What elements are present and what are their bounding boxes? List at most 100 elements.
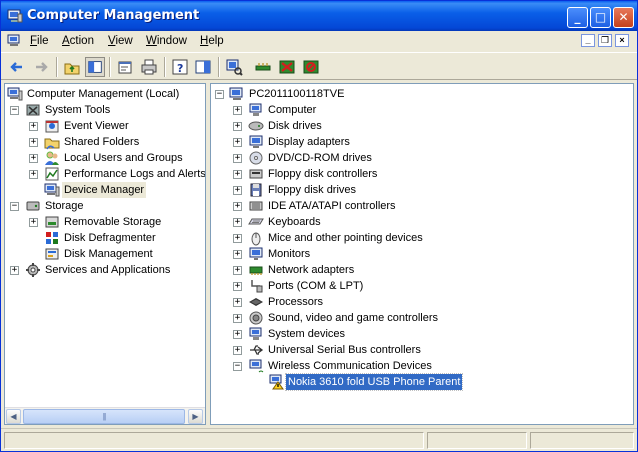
expand-toggle[interactable]: + xyxy=(233,138,242,147)
device-category-processors[interactable]: + Processors xyxy=(211,294,631,310)
tree-root-label: Computer Management (Local) xyxy=(27,88,180,100)
menu-window[interactable]: Window xyxy=(146,35,187,47)
device-nokia-3610-fold-usb-phone-parent[interactable]: Nokia 3610 fold USB Phone Parent xyxy=(211,373,631,391)
forward-arrow-icon[interactable] xyxy=(31,57,51,77)
disk-drive-icon xyxy=(248,121,264,131)
tree-item-disk-management[interactable]: Disk Management xyxy=(5,246,205,262)
tree-item-device-manager[interactable]: Device Manager xyxy=(5,182,205,198)
shared-folder-icon xyxy=(44,138,60,150)
up-folder-icon[interactable] xyxy=(62,57,82,77)
device-category-keyboards[interactable]: + Keyboards xyxy=(211,214,631,230)
device-category-universal-serial-bus-controllers[interactable]: + Universal Serial Bus controllers xyxy=(211,342,631,358)
mdi-close-button[interactable]: × xyxy=(615,34,629,47)
back-arrow-icon[interactable] xyxy=(7,57,27,77)
device-category-floppy-disk-controllers[interactable]: + Floppy disk controllers xyxy=(211,166,631,182)
show-hide-tree-icon[interactable] xyxy=(85,57,105,77)
mdi-minimize-button[interactable]: _ xyxy=(581,34,595,47)
scan-hardware-icon[interactable] xyxy=(224,57,244,77)
expand-toggle[interactable]: + xyxy=(233,106,242,115)
expand-toggle[interactable]: + xyxy=(233,122,242,131)
tree-root[interactable]: Computer Management (Local) xyxy=(5,86,205,102)
expand-toggle[interactable]: + xyxy=(233,298,242,307)
expand-toggle[interactable]: + xyxy=(233,170,242,179)
expand-toggle[interactable]: + xyxy=(29,154,38,163)
menu-view[interactable]: View xyxy=(108,35,133,47)
device-category-ide-ata-atapi-controllers[interactable]: + IDE ATA/ATAPI controllers xyxy=(211,198,631,214)
device-manager-icon xyxy=(44,183,60,197)
collapse-toggle[interactable]: − xyxy=(10,202,19,211)
device-category-mice-and-other-pointing-devices[interactable]: + Mice and other pointing devices xyxy=(211,230,631,246)
console-tree-pane[interactable]: Computer Management (Local) − System Too… xyxy=(4,83,206,425)
expand-toggle[interactable]: + xyxy=(233,282,242,291)
device-root[interactable]: − PC2011100118TVE xyxy=(211,86,631,102)
system-menu-icon[interactable] xyxy=(7,34,23,48)
collapse-toggle[interactable]: − xyxy=(233,362,242,371)
tree-item-services-and-applications[interactable]: + Services and Applications xyxy=(5,262,205,278)
device-category-wireless-communication-devices[interactable]: − Wireless Communication Devices xyxy=(211,358,631,374)
tree-item-local-users-and-groups[interactable]: + Local Users and Groups xyxy=(5,150,205,166)
expand-toggle[interactable]: + xyxy=(233,250,242,259)
device-category-dvd-cd-rom-drives[interactable]: + DVD/CD-ROM drives xyxy=(211,150,631,166)
expand-toggle[interactable]: + xyxy=(29,122,38,131)
speaker-icon xyxy=(249,311,263,325)
scroll-left-button[interactable]: ◀ xyxy=(6,409,21,424)
expand-toggle[interactable]: + xyxy=(233,330,242,339)
toolbar: ? xyxy=(1,52,637,80)
tree-item-system-tools[interactable]: − System Tools xyxy=(5,102,205,118)
collapse-toggle[interactable]: − xyxy=(10,106,19,115)
device-category-display-adapters[interactable]: + Display adapters xyxy=(211,134,631,150)
device-category-disk-drives[interactable]: + Disk drives xyxy=(211,118,631,134)
expand-toggle[interactable]: + xyxy=(29,170,38,179)
tree-item-storage[interactable]: − Storage xyxy=(5,198,205,214)
expand-toggle[interactable]: + xyxy=(233,186,242,195)
device-category-floppy-disk-drives[interactable]: + Floppy disk drives xyxy=(211,182,631,198)
maximize-button[interactable]: □ xyxy=(590,7,611,28)
action-pane-icon[interactable] xyxy=(193,57,213,77)
uninstall-icon[interactable] xyxy=(277,57,297,77)
update-driver-icon[interactable] xyxy=(253,57,273,77)
disable-icon[interactable] xyxy=(301,57,321,77)
device-category-monitors[interactable]: + Monitors xyxy=(211,246,631,262)
print-icon[interactable] xyxy=(139,57,159,77)
expand-toggle[interactable]: + xyxy=(233,202,242,211)
menu-help[interactable]: Help xyxy=(200,35,224,47)
expand-toggle[interactable]: + xyxy=(29,138,38,147)
minimize-button[interactable]: _ xyxy=(567,7,588,28)
menu-action[interactable]: Action xyxy=(62,35,94,47)
tree-item-performance-logs-and-alerts[interactable]: + Performance Logs and Alerts xyxy=(5,166,205,182)
expand-toggle[interactable]: + xyxy=(233,266,242,275)
tree-item-label: Disk Management xyxy=(64,248,153,260)
collapse-toggle[interactable]: − xyxy=(215,90,224,99)
properties-icon[interactable] xyxy=(115,57,135,77)
system-device-icon xyxy=(249,327,262,340)
title-bar[interactable]: Computer Management _ □ ✕ xyxy=(1,1,637,31)
expand-toggle[interactable]: + xyxy=(29,218,38,227)
tree-item-removable-storage[interactable]: + Removable Storage xyxy=(5,214,205,230)
device-category-label: Processors xyxy=(268,296,324,308)
tree-item-shared-folders[interactable]: + Shared Folders xyxy=(5,134,205,150)
expand-toggle[interactable]: + xyxy=(233,314,242,323)
tree-item-disk-defragmenter[interactable]: Disk Defragmenter xyxy=(5,230,205,246)
help-icon[interactable]: ? xyxy=(170,57,190,77)
device-category-label: Floppy disk controllers xyxy=(268,168,378,180)
storage-icon xyxy=(26,201,40,211)
device-category-network-adapters[interactable]: + Network adapters xyxy=(211,262,631,278)
menu-file[interactable]: File xyxy=(30,35,49,47)
device-category-ports-com-lpt[interactable]: + Ports (COM & LPT) xyxy=(211,278,631,294)
computer-management-icon xyxy=(7,9,23,23)
expand-toggle[interactable]: + xyxy=(233,234,242,243)
expand-toggle[interactable]: + xyxy=(233,154,242,163)
scroll-right-button[interactable]: ▶ xyxy=(188,409,203,424)
close-button[interactable]: ✕ xyxy=(613,7,634,28)
expand-toggle[interactable]: + xyxy=(10,266,19,275)
device-list-pane[interactable]: − PC2011100118TVE + Computer + Disk driv… xyxy=(210,83,634,425)
device-category-sound-video-and-game-controllers[interactable]: + Sound, video and game controllers xyxy=(211,310,631,326)
expand-toggle[interactable]: + xyxy=(233,218,242,227)
mdi-restore-button[interactable]: ❐ xyxy=(598,34,612,47)
device-category-system-devices[interactable]: + System devices xyxy=(211,326,631,342)
device-category-computer[interactable]: + Computer xyxy=(211,102,631,118)
horizontal-scrollbar[interactable]: ◀ ||| ▶ xyxy=(5,407,205,424)
tree-item-event-viewer[interactable]: + Event Viewer xyxy=(5,118,205,134)
scroll-thumb[interactable]: ||| xyxy=(23,409,185,424)
expand-toggle[interactable]: + xyxy=(233,346,242,355)
